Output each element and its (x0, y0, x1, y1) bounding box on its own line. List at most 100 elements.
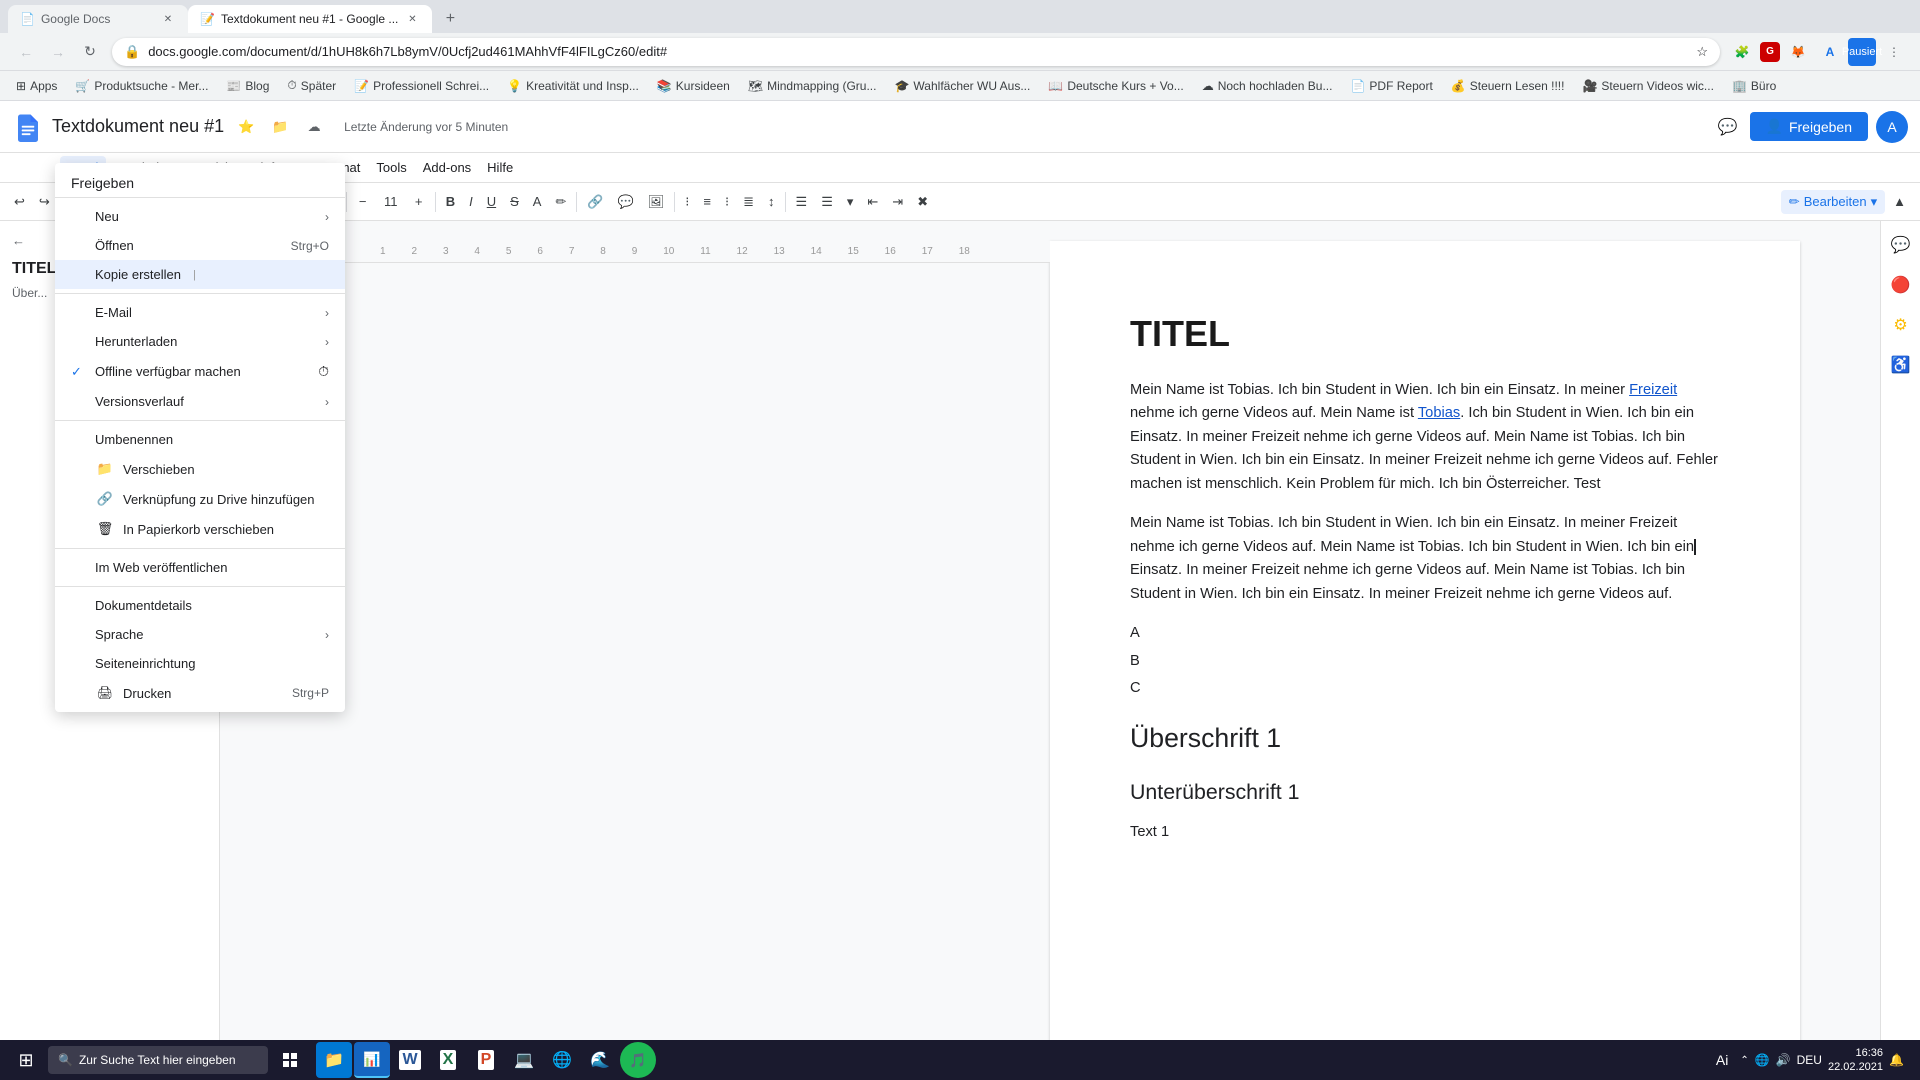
taskbar-edge-app[interactable]: 🌊 (582, 1042, 618, 1078)
freizeit-link[interactable]: Freizeit (1629, 382, 1677, 398)
dropdown-item-seiteneinrichtung[interactable]: Seiteneinrichtung (55, 649, 345, 678)
tray-up-arrow[interactable]: ⌃ (1740, 1055, 1748, 1066)
comment-button[interactable]: 💬 (612, 188, 640, 216)
bookmark-apps[interactable]: ⊞ Apps (8, 77, 65, 95)
pause-button[interactable]: Pausiert (1848, 38, 1876, 66)
collapse-toolbar-button[interactable]: ▲ (1887, 188, 1912, 216)
image-button[interactable]: 🖼 (642, 188, 671, 216)
bookmark-deutsche-kurs[interactable]: 📖Deutsche Kurs + Vo... (1040, 77, 1191, 95)
align-right-button[interactable]: ⁝ (719, 188, 735, 216)
font-size-decrease[interactable]: − (351, 190, 375, 214)
dropdown-item-neu[interactable]: Neu › (55, 202, 345, 231)
dropdown-item-versionsverlauf[interactable]: Versionsverlauf › (55, 387, 345, 416)
tab-google-docs[interactable]: 📄 Google Docs ✕ (8, 5, 188, 33)
volume-icon[interactable]: 🔊 (1776, 1053, 1791, 1067)
notification-icon[interactable]: 💬 (1714, 113, 1742, 141)
clear-format-button[interactable]: ✖ (911, 188, 934, 216)
more-list-button[interactable]: ▾ (841, 188, 860, 216)
strikethrough-button[interactable]: S (504, 188, 525, 216)
accessibility-sidebar-icon[interactable]: ♿ (1885, 349, 1917, 381)
notifications-button[interactable]: 🔔 (1889, 1053, 1904, 1067)
dropdown-item-verknüpfung[interactable]: 🔗 Verknüpfung zu Drive hinzufügen (55, 484, 345, 514)
bookmark-hochladen[interactable]: ☁Noch hochladen Bu... (1194, 77, 1341, 95)
align-center-button[interactable]: ≡ (697, 188, 717, 216)
font-size-display[interactable]: 11 (377, 188, 405, 216)
start-button[interactable]: ⊞ (8, 1042, 44, 1078)
justify-button[interactable]: ≣ (737, 188, 760, 216)
grammarly-icon[interactable]: G (1760, 42, 1780, 62)
dropdown-item-dokumentdetails[interactable]: Dokumentdetails (55, 591, 345, 620)
chat-sidebar-icon[interactable]: 🔴 (1885, 269, 1917, 301)
bookmark-blog[interactable]: 📰Blog (218, 77, 277, 95)
font-size-increase[interactable]: + (407, 190, 431, 214)
tab-textdokument[interactable]: 📝 Textdokument neu #1 - Google ... ✕ (188, 5, 432, 33)
bookmark-steuern[interactable]: 💰Steuern Lesen !!!! (1443, 77, 1573, 95)
edit-mode-button[interactable]: ✏ Bearbeiten ▾ (1781, 190, 1885, 214)
bookmark-professionell[interactable]: 📝Professionell Schrei... (346, 77, 497, 95)
taskbar-word-app[interactable]: W (392, 1042, 428, 1078)
menu-item-hilfe[interactable]: Hilfe (479, 156, 521, 179)
profile-icon[interactable]: A (1816, 38, 1844, 66)
network-icon[interactable]: 🌐 (1755, 1053, 1770, 1067)
italic-button[interactable]: I (463, 188, 479, 216)
align-left-button[interactable]: ⁝ (679, 188, 695, 216)
dropdown-item-herunterladen[interactable]: Herunterladen › (55, 327, 345, 356)
extensions-icon[interactable]: 🧩 (1728, 38, 1756, 66)
user-avatar[interactable]: A (1876, 111, 1908, 143)
refresh-button[interactable]: ↻ (76, 38, 104, 66)
share-button[interactable]: 👤 Freigeben (1750, 112, 1868, 141)
bookmark-kreativität[interactable]: 💡Kreativität und Insp... (499, 77, 647, 95)
taskbar-google-docs-app[interactable]: 📊 (354, 1042, 390, 1078)
tab-close[interactable]: ✕ (404, 11, 420, 27)
bookmark-pdf[interactable]: 📄PDF Report (1342, 77, 1440, 95)
highlight-button[interactable]: ✏ (549, 188, 572, 216)
dropdown-item-web[interactable]: Im Web veröffentlichen (55, 553, 345, 582)
dropdown-item-umbenennen[interactable]: Umbenennen (55, 425, 345, 454)
dropdown-item-papierkorb[interactable]: 🗑 In Papierkorb verschieben (55, 514, 345, 544)
taskbar-search-bar[interactable]: 🔍 Zur Suche Text hier eingeben (48, 1046, 268, 1074)
back-button[interactable]: ← (12, 38, 40, 66)
dropdown-item-kopie[interactable]: Kopie erstellen | (55, 260, 345, 289)
folder-icon[interactable]: 📁 (266, 113, 294, 141)
bookmark-steuern-videos[interactable]: 🎥Steuern Videos wic... (1574, 77, 1721, 95)
taskbar-chrome-app[interactable]: 🌐 (544, 1042, 580, 1078)
ai-label[interactable]: Ai (1708, 1050, 1736, 1070)
line-spacing-button[interactable]: ↕ (762, 188, 781, 216)
dropdown-item-sprache[interactable]: Sprache › (55, 620, 345, 649)
clock-date[interactable]: 16:36 22.02.2021 (1828, 1046, 1883, 1075)
taskbar-music-app[interactable]: 🎵 (620, 1042, 656, 1078)
taskbar-file-explorer[interactable]: 📁 (316, 1042, 352, 1078)
ordered-list-button[interactable]: ☰ (790, 188, 814, 216)
forward-button[interactable]: → (44, 38, 72, 66)
language-indicator[interactable]: DEU (1797, 1053, 1822, 1067)
taskbar-onenote-app[interactable]: 💻 (506, 1042, 542, 1078)
increase-indent-button[interactable]: ⇥ (886, 188, 909, 216)
tobias-link[interactable]: Tobias (1418, 405, 1460, 421)
taskbar-excel-app[interactable]: X (430, 1042, 466, 1078)
underline-button[interactable]: U (481, 188, 502, 216)
menu-item-addons[interactable]: Add-ons (415, 156, 479, 179)
bookmark-mindmapping[interactable]: 🗺Mindmapping (Gru... (740, 77, 885, 95)
task-view-button[interactable] (272, 1042, 308, 1078)
metamask-icon[interactable]: 🦊 (1784, 38, 1812, 66)
document-body[interactable]: Mein Name ist Tobias. Ich bin Student in… (1130, 379, 1720, 845)
settings-sidebar-icon[interactable]: ⚙ (1885, 309, 1917, 341)
menu-item-tools[interactable]: Tools (368, 156, 414, 179)
new-tab-button[interactable]: + (436, 5, 464, 33)
text-color-button[interactable]: A (527, 188, 548, 216)
bookmark-produktsuche[interactable]: 🛒Produktsuche - Mer... (67, 77, 216, 95)
taskbar-powerpoint-app[interactable]: P (468, 1042, 504, 1078)
tab-close[interactable]: ✕ (160, 11, 176, 27)
bookmark-später[interactable]: ⏱Später (279, 76, 344, 95)
cloud-icon[interactable]: ☁ (300, 113, 328, 141)
dropdown-item-verschieben[interactable]: 📁 Verschieben (55, 454, 345, 484)
dropdown-item-email[interactable]: E-Mail › (55, 298, 345, 327)
dropdown-item-drucken[interactable]: 🖨 Drucken Strg+P (55, 678, 345, 708)
star-icon[interactable]: ⭐ (232, 113, 260, 141)
url-bar[interactable]: 🔒 docs.google.com/document/d/1hUH8k6h7Lb… (112, 38, 1720, 66)
dropdown-item-offline[interactable]: ✓ Offline verfügbar machen ⏱ (55, 356, 345, 387)
link-button[interactable]: 🔗 (581, 188, 609, 216)
unordered-list-button[interactable]: ☰ (815, 188, 839, 216)
dropdown-item-öffnen[interactable]: Öffnen Strg+O (55, 231, 345, 260)
comments-sidebar-icon[interactable]: 💬 (1885, 229, 1917, 261)
